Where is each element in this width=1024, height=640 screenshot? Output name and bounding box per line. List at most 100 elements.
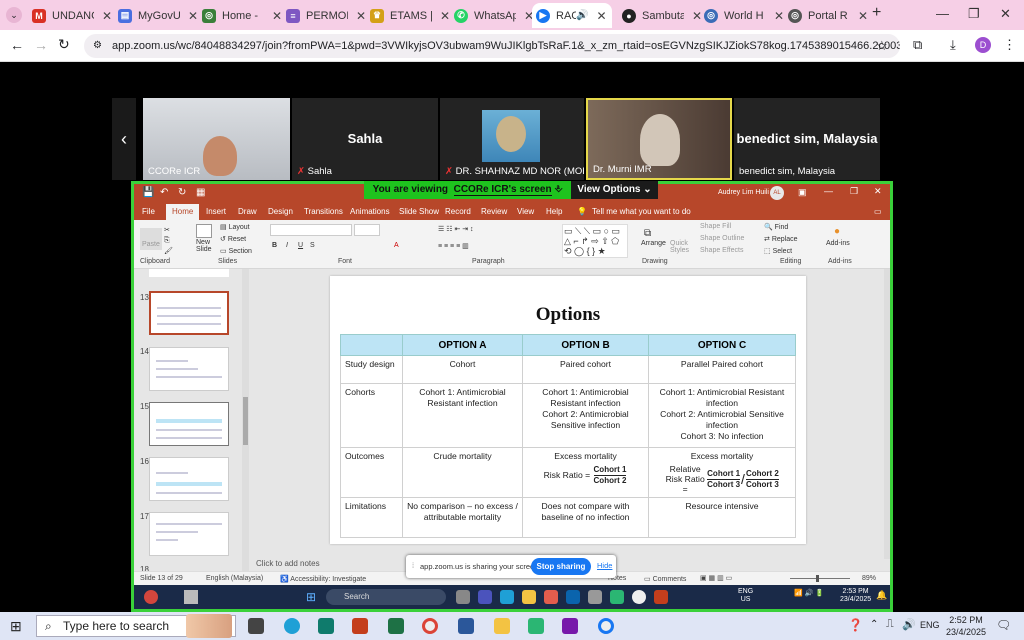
zoom-slider[interactable] bbox=[790, 575, 850, 582]
browser-tab-active[interactable]: ▶RACI🔊✕ bbox=[532, 3, 612, 28]
bookmark-star-icon[interactable]: ☆ bbox=[876, 38, 888, 54]
hide-link[interactable]: Hide bbox=[597, 561, 612, 570]
slide-thumbnail[interactable] bbox=[149, 402, 229, 446]
close-icon[interactable]: ✕ bbox=[356, 9, 366, 23]
site-info-icon[interactable]: ⚙ bbox=[93, 34, 102, 58]
slide-thumbnail[interactable] bbox=[149, 347, 229, 391]
cut-icon[interactable]: ✂ bbox=[164, 226, 170, 234]
font-name-dropdown[interactable] bbox=[270, 224, 352, 236]
close-icon[interactable]: ✕ bbox=[596, 9, 606, 23]
save-icon[interactable]: 💾 bbox=[142, 187, 154, 198]
onenote-icon[interactable] bbox=[562, 618, 578, 634]
app-icon[interactable] bbox=[610, 590, 624, 604]
shape-fill-button[interactable]: Shape Fill bbox=[700, 223, 731, 230]
restore-icon[interactable]: ❐ bbox=[850, 186, 858, 197]
comments-icon[interactable]: ▭ bbox=[874, 207, 882, 216]
close-icon[interactable]: ✕ bbox=[102, 9, 112, 23]
settings-icon[interactable] bbox=[588, 590, 602, 604]
profile-avatar[interactable]: D bbox=[975, 37, 991, 53]
find-button[interactable]: 🔍 Find bbox=[764, 223, 788, 231]
stop-sharing-button[interactable]: Stop sharing bbox=[531, 558, 591, 575]
shape-effects-button[interactable]: Shape Effects bbox=[700, 247, 743, 254]
notification-icon[interactable]: 🗨 bbox=[996, 618, 1011, 632]
tab-search-button[interactable]: ⌄ bbox=[6, 7, 22, 23]
tab-animations[interactable]: Animations bbox=[350, 207, 390, 216]
outlook-icon[interactable] bbox=[566, 590, 580, 604]
font-size-dropdown[interactable] bbox=[354, 224, 380, 236]
font-color-button[interactable]: A bbox=[394, 242, 399, 249]
tell-me-box[interactable]: Tell me what you want to do bbox=[592, 207, 691, 216]
slide-thumbnail-selected[interactable] bbox=[149, 291, 229, 335]
language-indicator[interactable]: ENG bbox=[920, 620, 940, 630]
tab-slideshow[interactable]: Slide Show bbox=[399, 207, 439, 216]
select-button[interactable]: ⬚ Select bbox=[764, 247, 792, 255]
word-icon[interactable] bbox=[458, 618, 474, 634]
inner-clock[interactable]: 2:53 PM 23/4/2025 bbox=[840, 588, 871, 604]
slide-thumbnail[interactable] bbox=[149, 269, 229, 277]
browser-tab[interactable]: ♛ ETAMS | ✕ bbox=[366, 3, 450, 28]
powerpoint-icon[interactable] bbox=[352, 618, 368, 634]
new-tab-button[interactable]: + bbox=[872, 4, 881, 22]
ppt-user-avatar[interactable]: AL bbox=[770, 186, 784, 200]
close-icon[interactable]: ✕ bbox=[874, 186, 882, 197]
browser-tab[interactable]: ● Sambuta ✕ bbox=[618, 3, 702, 28]
task-view-icon[interactable] bbox=[248, 618, 264, 634]
file-explorer-icon[interactable] bbox=[494, 618, 510, 634]
inner-language[interactable]: ENG US bbox=[738, 588, 753, 604]
participant-video[interactable]: benedict sim, Malaysia benedict sim, Mal… bbox=[734, 98, 880, 180]
shape-outline-button[interactable]: Shape Outline bbox=[700, 235, 744, 242]
editor-scrollbar[interactable] bbox=[884, 269, 890, 559]
participant-video[interactable]: Sahla ✗ Sahla bbox=[292, 98, 438, 180]
audio-icon[interactable]: 🔊 bbox=[576, 10, 588, 21]
browser-tab[interactable]: MUNDANG✕ bbox=[28, 3, 112, 28]
participant-video[interactable]: ✗ DR. SHAHNAZ MD NOR (MOH) bbox=[440, 98, 584, 180]
publisher-icon[interactable] bbox=[318, 618, 334, 634]
tab-home[interactable]: Home bbox=[166, 204, 200, 220]
paste-button[interactable]: Paste bbox=[142, 241, 160, 248]
view-buttons[interactable]: ▣ ▦ ▥ ▭ bbox=[700, 574, 732, 582]
bold-button[interactable]: B bbox=[272, 242, 277, 249]
more-menu-icon[interactable]: ⋮ bbox=[1003, 37, 1016, 53]
close-icon[interactable]: ✕ bbox=[272, 9, 282, 23]
slide-thumbnail[interactable] bbox=[149, 512, 229, 556]
meet-icon[interactable] bbox=[528, 618, 544, 634]
slide[interactable]: Options OPTION A OPTION B OPTION C Study… bbox=[330, 276, 806, 544]
align-icons[interactable]: ≡ ≡ ≡ ≡ ▥ bbox=[438, 242, 469, 250]
chrome-icon[interactable] bbox=[422, 618, 438, 634]
shapes-gallery[interactable]: ▭ ⟍ ⟍ ▭ ○ ▭ △ ⌐ ↱ ⇨ ⇧ ⬠ ⟲ ◯ { } ★ bbox=[562, 224, 628, 258]
chrome-icon[interactable] bbox=[632, 590, 646, 604]
network-icon[interactable]: ⎍ bbox=[886, 618, 894, 631]
windows-start-icon[interactable]: ⊞ bbox=[10, 618, 22, 635]
browser-tab[interactable]: ◎ Portal R ✕ bbox=[784, 3, 868, 28]
reload-icon[interactable]: ↻ bbox=[58, 36, 70, 53]
underline-button[interactable]: U bbox=[298, 242, 303, 249]
close-icon[interactable]: ✕ bbox=[440, 9, 450, 23]
tab-insert[interactable]: Insert bbox=[206, 207, 226, 216]
download-icon[interactable]: ⤓ bbox=[950, 37, 956, 53]
addins-button[interactable]: Add-ins bbox=[826, 240, 850, 247]
italic-button[interactable]: I bbox=[286, 242, 288, 249]
minimize-icon[interactable]: — bbox=[936, 6, 949, 21]
tab-file[interactable]: File bbox=[142, 207, 155, 216]
windows-start-icon[interactable]: ⊞ bbox=[306, 590, 316, 604]
thumbnail-scrollbar[interactable] bbox=[242, 269, 249, 571]
redo-icon[interactable]: ↻ bbox=[178, 187, 186, 198]
drag-handle-icon[interactable]: ⁞ bbox=[412, 561, 414, 570]
section-button[interactable]: ▭ Section bbox=[220, 247, 252, 255]
tab-help[interactable]: Help bbox=[546, 207, 562, 216]
store-icon[interactable] bbox=[544, 590, 558, 604]
bullets-icon[interactable]: ☰ ☷ ⇤ ⇥ ↕ bbox=[438, 225, 474, 233]
undo-icon[interactable]: ↶ bbox=[160, 187, 168, 198]
app-icon[interactable] bbox=[456, 590, 470, 604]
back-icon[interactable]: ← bbox=[10, 37, 24, 53]
help-icon[interactable]: ❓ bbox=[848, 618, 863, 632]
edge-icon[interactable] bbox=[500, 590, 514, 604]
edge-icon[interactable] bbox=[284, 618, 300, 634]
tab-review[interactable]: Review bbox=[481, 207, 507, 216]
close-icon[interactable]: ✕ bbox=[858, 9, 868, 23]
inner-search-box[interactable]: Search bbox=[326, 589, 446, 605]
participant-video[interactable]: CCORe ICR bbox=[143, 98, 290, 180]
language-status[interactable]: English (Malaysia) bbox=[206, 575, 263, 582]
close-icon[interactable]: ✕ bbox=[774, 9, 784, 23]
url-bar[interactable]: ⚙ app.zoom.us/wc/84048834297/join?fromPW… bbox=[84, 34, 900, 58]
